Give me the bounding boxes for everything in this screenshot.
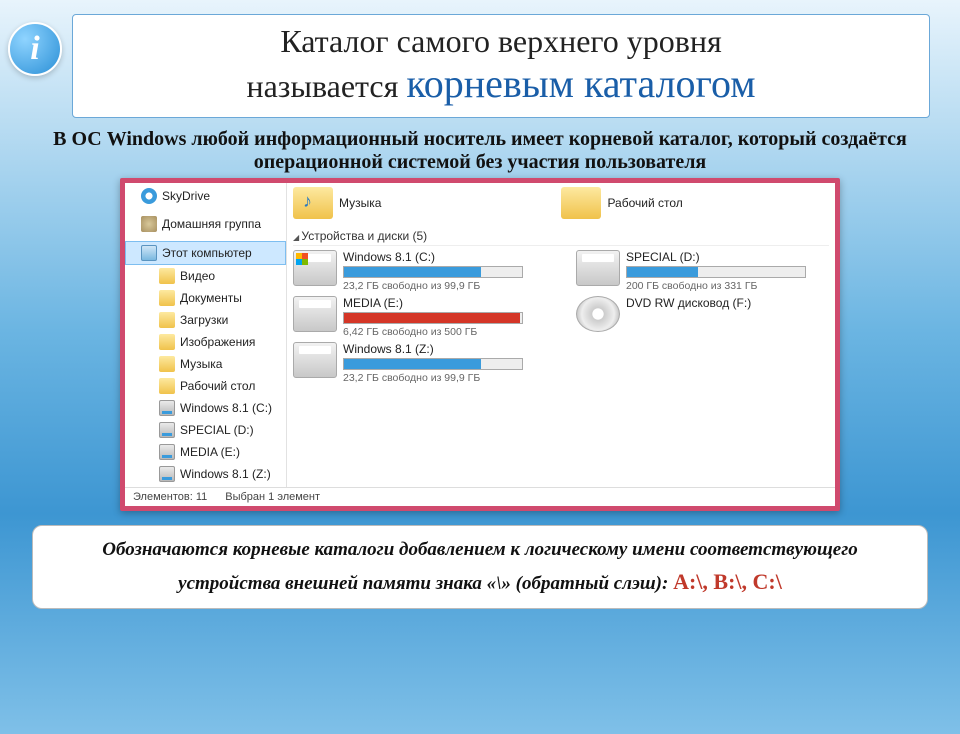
sidebar-item-video[interactable]: Видео	[125, 265, 286, 287]
folder-icon	[159, 378, 175, 394]
explorer-main: Музыка Рабочий стол Устройства и диски (…	[287, 183, 835, 487]
folder-icon	[159, 334, 175, 350]
sidebar-label: Windows 8.1 (C:)	[180, 399, 272, 417]
drive-name: SPECIAL (D:)	[626, 250, 829, 264]
folder-icon	[159, 290, 175, 306]
sidebar-item-this-pc[interactable]: Этот компьютер	[125, 241, 286, 265]
sidebar-label: Рабочий стол	[180, 377, 255, 395]
music-folder-icon	[293, 187, 333, 219]
sidebar-label: Видео	[180, 267, 215, 285]
subtitle: В ОС Windows любой информационный носите…	[24, 128, 936, 174]
sidebar-item-desktop[interactable]: Рабочий стол	[125, 375, 286, 397]
sidebar-label: SkyDrive	[162, 187, 210, 205]
title-box: Каталог самого верхнего уровня называетс…	[72, 14, 930, 118]
sidebar-item-music[interactable]: Музыка	[125, 353, 286, 375]
drive-z[interactable]: Windows 8.1 (Z:) 23,2 ГБ свободно из 99,…	[293, 342, 546, 384]
sidebar-item-drive-e[interactable]: MEDIA (E:)	[125, 441, 286, 463]
title-emphasis: корневым каталогом	[406, 61, 755, 106]
drive-icon	[159, 466, 175, 482]
usage-bar	[343, 266, 523, 278]
title-line2: называется корневым каталогом	[87, 60, 915, 107]
drive-stat: 200 ГБ свободно из 331 ГБ	[626, 280, 829, 292]
usage-fill	[344, 359, 481, 369]
sidebar-item-downloads[interactable]: Загрузки	[125, 309, 286, 331]
homegroup-icon	[141, 216, 157, 232]
drive-stat: 23,2 ГБ свободно из 99,9 ГБ	[343, 280, 546, 292]
sidebar-item-skydrive[interactable]: SkyDrive	[125, 185, 286, 207]
usage-bar	[626, 266, 806, 278]
drive-name: Windows 8.1 (C:)	[343, 250, 546, 264]
skydrive-icon	[141, 188, 157, 204]
drive-e[interactable]: MEDIA (E:) 6,42 ГБ свободно из 500 ГБ	[293, 296, 546, 338]
title-prefix: называется	[246, 68, 406, 104]
drive-icon	[576, 250, 620, 286]
title-line1: Каталог самого верхнего уровня	[87, 23, 915, 60]
drive-icon	[293, 296, 337, 332]
sidebar-item-documents[interactable]: Документы	[125, 287, 286, 309]
sidebar-label: Windows 8.1 (Z:)	[180, 465, 271, 483]
section-header-devices[interactable]: Устройства и диски (5)	[293, 227, 829, 246]
sidebar-item-drive-c[interactable]: Windows 8.1 (C:)	[125, 397, 286, 419]
folder-desktop[interactable]: Рабочий стол	[561, 187, 682, 219]
pc-icon	[141, 245, 157, 261]
folder-label: Рабочий стол	[607, 196, 682, 210]
sidebar-label: Изображения	[180, 333, 255, 351]
status-selected: Выбран 1 элемент	[225, 491, 320, 503]
sidebar-label: Этот компьютер	[162, 244, 252, 262]
statusbar: Элементов: 11 Выбран 1 элемент	[125, 487, 835, 506]
sidebar-label: SPECIAL (D:)	[180, 421, 254, 439]
drive-icon	[293, 342, 337, 378]
folder-label: Музыка	[339, 196, 381, 210]
drive-icon	[159, 400, 175, 416]
drive-icon	[293, 250, 337, 286]
explorer-sidebar: SkyDrive Домашняя группа Этот компьютер …	[125, 183, 287, 487]
drives-grid: Windows 8.1 (C:) 23,2 ГБ свободно из 99,…	[293, 250, 829, 384]
usage-fill	[344, 267, 481, 277]
footer-note: Обозначаются корневые каталоги добавлени…	[32, 525, 928, 609]
usage-fill	[627, 267, 698, 277]
info-icon: i	[8, 22, 62, 76]
folder-music[interactable]: Музыка	[293, 187, 381, 219]
drive-stat: 6,42 ГБ свободно из 500 ГБ	[343, 326, 546, 338]
usage-bar	[343, 358, 523, 370]
sidebar-label: Документы	[180, 289, 242, 307]
footer-emphasis: А:\, В:\, С:\	[673, 569, 782, 594]
sidebar-label: Домашняя группа	[162, 215, 261, 233]
sidebar-item-homegroup[interactable]: Домашняя группа	[125, 213, 286, 235]
folder-icon	[159, 268, 175, 284]
drive-stat: 23,2 ГБ свободно из 99,9 ГБ	[343, 372, 546, 384]
usage-fill	[344, 313, 520, 323]
drive-name: Windows 8.1 (Z:)	[343, 342, 546, 356]
sidebar-item-drive-z[interactable]: Windows 8.1 (Z:)	[125, 463, 286, 485]
drive-d[interactable]: SPECIAL (D:) 200 ГБ свободно из 331 ГБ	[576, 250, 829, 292]
file-explorer-window: SkyDrive Домашняя группа Этот компьютер …	[120, 178, 840, 511]
folder-icon	[159, 312, 175, 328]
drive-name: MEDIA (E:)	[343, 296, 546, 310]
sidebar-item-drive-d[interactable]: SPECIAL (D:)	[125, 419, 286, 441]
drive-c[interactable]: Windows 8.1 (C:) 23,2 ГБ свободно из 99,…	[293, 250, 546, 292]
usage-bar	[343, 312, 523, 324]
drive-icon	[159, 422, 175, 438]
drive-icon	[159, 444, 175, 460]
drive-name: DVD RW дисковод (F:)	[626, 296, 829, 310]
sidebar-label: MEDIA (E:)	[180, 443, 240, 461]
folder-icon	[159, 356, 175, 372]
dvd-icon	[576, 296, 620, 332]
desktop-folder-icon	[561, 187, 601, 219]
sidebar-item-pictures[interactable]: Изображения	[125, 331, 286, 353]
drive-f-dvd[interactable]: DVD RW дисковод (F:)	[576, 296, 829, 338]
sidebar-label: Музыка	[180, 355, 222, 373]
status-count: Элементов: 11	[133, 491, 207, 503]
sidebar-label: Загрузки	[180, 311, 228, 329]
